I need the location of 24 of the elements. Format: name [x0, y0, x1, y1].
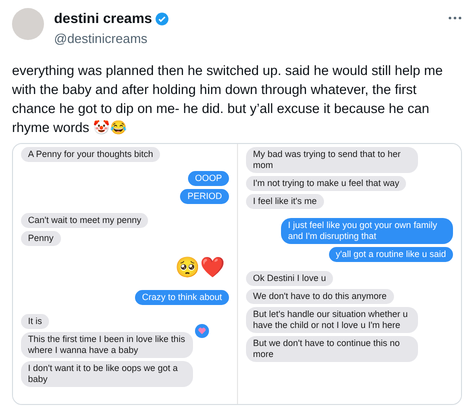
received-message: I don't want it to be like oops we got a baby — [21, 360, 193, 386]
received-message: I'm not trying to make u feel that way — [246, 176, 406, 190]
received-message: My bad was trying to send that to her mom — [246, 146, 418, 172]
sent-message: Crazy to think about — [134, 290, 229, 304]
received-message: But let's handle our situation whether u have the child or not I love u I'm here — [246, 306, 418, 332]
received-message: A Penny for your thoughts bitch — [21, 146, 160, 162]
attached-screenshots[interactable] — [12, 142, 462, 404]
author-handle[interactable]: @destinicreams — [54, 29, 170, 48]
emoji-message: 🥺❤ — [175, 256, 225, 278]
received-message: We don't have to do this anymore — [246, 288, 394, 304]
sent-message: OOOP — [188, 170, 229, 186]
received-message: Ok Destini I love u — [246, 270, 334, 286]
received-message: It is — [21, 314, 50, 328]
sent-message: y'all got a routine like u said — [328, 246, 453, 262]
author-name[interactable]: destini creams — [54, 8, 152, 29]
tweet-text: everything was planned then he switched up. said he would still help me with the baby and after holding him down through whatever, the first chance he got to dip on me- he did. but y’all excuse it because he can rhyme words 🤡😂 — [11, 62, 444, 136]
received-message: I feel like it's me — [246, 194, 324, 208]
sent-message: PERIOD — [180, 188, 229, 204]
more-options-icon[interactable] — [448, 16, 462, 20]
received-message: Can't wait to meet my penny — [21, 212, 148, 228]
received-message: But we don't have to continue this no more — [246, 336, 418, 362]
received-message: Penny — [21, 230, 61, 246]
sent-message: I just feel like you got your own family and I'm disrupting that — [281, 218, 453, 244]
received-message: This the first time I been in love like this where I wanna have a baby — [21, 332, 193, 358]
